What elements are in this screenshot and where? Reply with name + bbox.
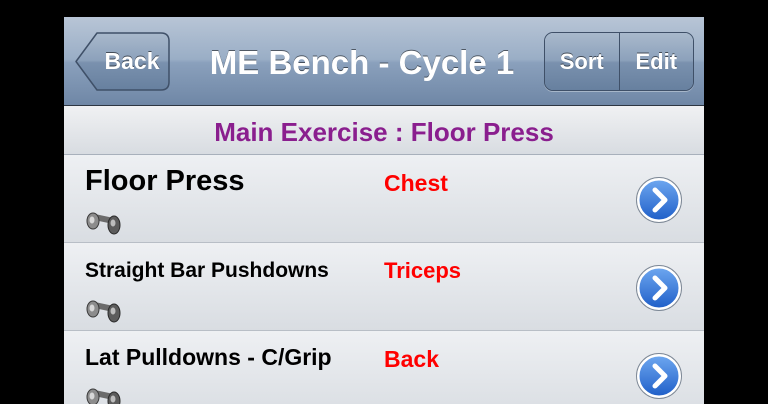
dumbbell-icon <box>86 212 121 235</box>
disclosure-chevron-icon[interactable] <box>636 265 682 311</box>
exercise-row-lat-pulldowns[interactable]: Lat Pulldowns - C/Grip Back <box>64 331 704 404</box>
muscle-group-label: Back <box>384 346 439 372</box>
back-button-label: Back <box>104 48 160 74</box>
exercise-row-straight-bar-pushdowns[interactable]: Straight Bar Pushdowns Triceps <box>64 243 704 331</box>
sort-button[interactable]: Sort <box>545 33 619 90</box>
dumbbell-icon <box>86 388 121 404</box>
exercise-name: Lat Pulldowns - C/Grip <box>85 344 332 370</box>
section-header: Main Exercise : Floor Press <box>64 106 704 155</box>
navigation-bar: Back ME Bench - Cycle 1 Sort Edit <box>64 17 704 106</box>
exercise-name: Floor Press <box>85 165 245 197</box>
back-button[interactable]: Back <box>74 32 170 91</box>
muscle-group-label: Triceps <box>384 258 462 283</box>
disclosure-chevron-icon[interactable] <box>636 177 682 223</box>
page-title: ME Bench - Cycle 1 <box>209 44 515 81</box>
edit-button[interactable]: Edit <box>618 33 693 90</box>
exercise-name: Straight Bar Pushdowns <box>85 259 329 282</box>
disclosure-chevron-icon[interactable] <box>636 353 682 399</box>
exercise-row-floor-press[interactable]: Floor Press Chest <box>64 155 704 243</box>
dumbbell-icon <box>86 300 121 323</box>
section-title: Main Exercise : Floor Press <box>214 117 554 147</box>
app-screen: Back ME Bench - Cycle 1 Sort Edit Main E… <box>64 17 704 404</box>
sort-edit-segmented-control: Sort Edit <box>544 32 694 91</box>
muscle-group-label: Chest <box>384 170 448 196</box>
